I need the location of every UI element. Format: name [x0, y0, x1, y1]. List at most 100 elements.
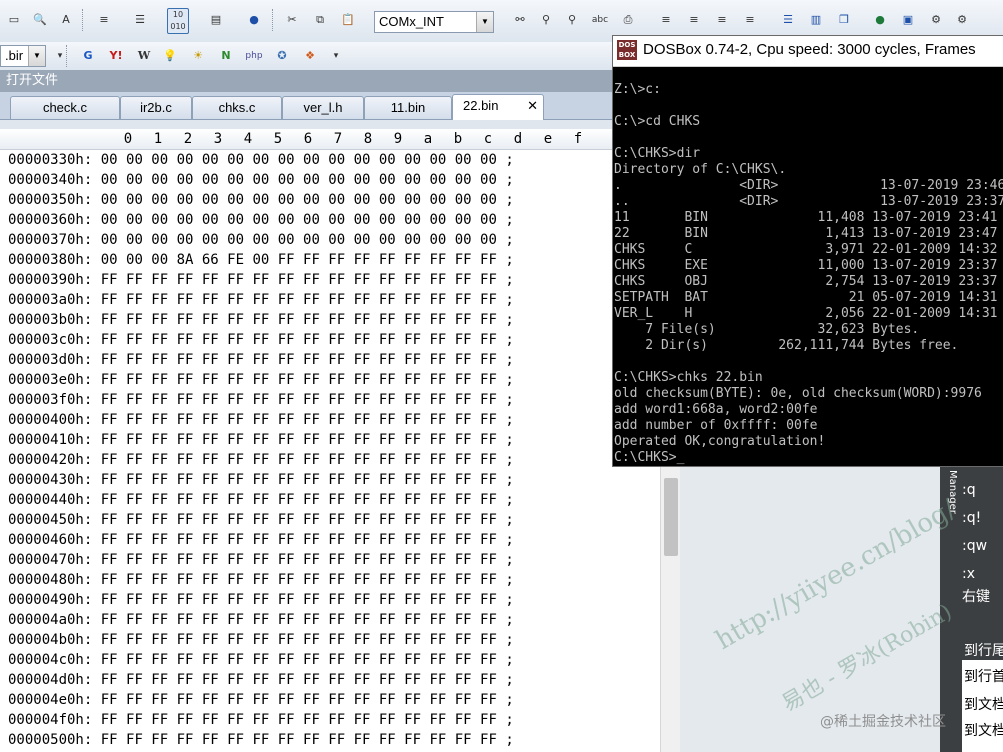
hex-row[interactable]: 00000490h: FF FF FF FF FF FF FF FF FF FF…	[8, 590, 514, 610]
hex-bytes[interactable]: 00 00 00 00 00 00 00 00 00 00 00 00 00 0…	[101, 172, 497, 188]
tab-11-bin[interactable]: 11.bin	[364, 96, 452, 119]
hex-bytes[interactable]: FF FF FF FF FF FF FF FF FF FF FF FF FF F…	[101, 512, 497, 528]
hex-editor-area[interactable]: 00000330h: 00 00 00 00 00 00 00 00 00 00…	[0, 150, 660, 752]
hex-row[interactable]: 000003c0h: FF FF FF FF FF FF FF FF FF FF…	[8, 330, 514, 350]
hex-bytes[interactable]: FF FF FF FF FF FF FF FF FF FF FF FF FF F…	[101, 732, 497, 748]
copy-doc-icon[interactable]: ▤	[206, 10, 226, 30]
tab-ver-l-h[interactable]: ver_l.h	[282, 96, 364, 119]
hex-row[interactable]: 00000410h: FF FF FF FF FF FF FF FF FF FF…	[8, 430, 514, 450]
hex-row[interactable]: 00000470h: FF FF FF FF FF FF FF FF FF FF…	[8, 550, 514, 570]
hex-row[interactable]: 00000350h: 00 00 00 00 00 00 00 00 00 00…	[8, 190, 514, 210]
windows-icon[interactable]: ❖	[300, 46, 320, 66]
hex-bytes[interactable]: FF FF FF FF FF FF FF FF FF FF FF FF FF F…	[101, 632, 497, 648]
wikipedia-icon[interactable]: W	[134, 46, 154, 66]
hex-bytes[interactable]: 00 00 00 00 00 00 00 00 00 00 00 00 00 0…	[101, 152, 497, 168]
print-icon[interactable]: ⎙	[618, 10, 638, 30]
hex-row[interactable]: 00000420h: FF FF FF FF FF FF FF FF FF FF…	[8, 450, 514, 470]
find-prev-icon[interactable]: ⚲	[562, 10, 582, 30]
hex-row[interactable]: 000004c0h: FF FF FF FF FF FF FF FF FF FF…	[8, 650, 514, 670]
align-left-icon[interactable]: ≡	[656, 10, 676, 30]
new-file-icon[interactable]: ▭	[4, 10, 24, 30]
hex-row[interactable]: 00000370h: 00 00 00 00 00 00 00 00 00 00…	[8, 230, 514, 250]
tab-22-bin[interactable]: 22.bin ✕	[452, 94, 544, 120]
dosbox-title-bar[interactable]: DOS BOX DOSBox 0.74-2, Cpu speed: 3000 c…	[613, 36, 1003, 67]
justify-icon[interactable]: ≡	[740, 10, 760, 30]
hex-row[interactable]: 000003d0h: FF FF FF FF FF FF FF FF FF FF…	[8, 350, 514, 370]
align-center-icon[interactable]: ≡	[684, 10, 704, 30]
copy-icon[interactable]: ⧉	[310, 10, 330, 30]
hex-row[interactable]: 000004f0h: FF FF FF FF FF FF FF FF FF FF…	[8, 710, 514, 730]
hex-row[interactable]: 000003b0h: FF FF FF FF FF FF FF FF FF FF…	[8, 310, 514, 330]
tab-check-c[interactable]: check.c	[10, 96, 120, 119]
hex-bytes[interactable]: FF FF FF FF FF FF FF FF FF FF FF FF FF F…	[101, 432, 497, 448]
tools-icon[interactable]: ⚙	[926, 10, 946, 30]
hex-row[interactable]: 00000460h: FF FF FF FF FF FF FF FF FF FF…	[8, 530, 514, 550]
globe-icon[interactable]: ●	[870, 10, 890, 30]
more-arrow-icon[interactable]: ▾	[326, 46, 346, 66]
hex-bytes[interactable]: FF FF FF FF FF FF FF FF FF FF FF FF FF F…	[101, 292, 497, 308]
document-icon[interactable]: ≡	[94, 10, 114, 30]
hex-row[interactable]: 000004e0h: FF FF FF FF FF FF FF FF FF FF…	[8, 690, 514, 710]
hex-bytes[interactable]: FF FF FF FF FF FF FF FF FF FF FF FF FF F…	[101, 612, 497, 628]
hex-bytes[interactable]: FF FF FF FF FF FF FF FF FF FF FF FF FF F…	[101, 472, 497, 488]
hex-bytes[interactable]: FF FF FF FF FF FF FF FF FF FF FF FF FF F…	[101, 552, 497, 568]
split-horizontal-icon[interactable]: ☰	[778, 10, 798, 30]
dosbox-window[interactable]: DOS BOX DOSBox 0.74-2, Cpu speed: 3000 c…	[612, 35, 1003, 467]
hex-bytes[interactable]: FF FF FF FF FF FF FF FF FF FF FF FF FF F…	[101, 372, 497, 388]
hex-bytes[interactable]: 00 00 00 00 00 00 00 00 00 00 00 00 00 0…	[101, 192, 497, 208]
align-right-icon[interactable]: ≡	[712, 10, 732, 30]
open-file-icon[interactable]: A	[56, 10, 76, 30]
hex-row[interactable]: 000004d0h: FF FF FF FF FF FF FF FF FF FF…	[8, 670, 514, 690]
hex-bytes[interactable]: 00 00 00 00 00 00 00 00 00 00 00 00 00 0…	[101, 212, 497, 228]
chevron-down-icon[interactable]: ▼	[28, 46, 45, 66]
spell-check-icon[interactable]: abc	[590, 10, 610, 30]
bulb-icon[interactable]: 💡	[160, 46, 180, 66]
hex-row[interactable]: 00000500h: FF FF FF FF FF FF FF FF FF FF…	[8, 730, 514, 750]
cut-icon[interactable]: ✂	[282, 10, 302, 30]
hex-row[interactable]: 00000380h: 00 00 00 8A 66 FE 00 FF FF FF…	[8, 250, 514, 270]
browser-icon[interactable]: ●	[244, 10, 264, 30]
hex-bytes[interactable]: FF FF FF FF FF FF FF FF FF FF FF FF FF F…	[101, 272, 497, 288]
hex-bytes[interactable]: 00 00 00 00 00 00 00 00 00 00 00 00 00 0…	[101, 232, 497, 248]
hex-bytes[interactable]: FF FF FF FF FF FF FF FF FF FF FF FF FF F…	[101, 532, 497, 548]
hex-bytes[interactable]: FF FF FF FF FF FF FF FF FF FF FF FF FF F…	[101, 452, 497, 468]
hex-bytes[interactable]: FF FF FF FF FF FF FF FF FF FF FF FF FF F…	[101, 332, 497, 348]
find-next-icon[interactable]: ⚲	[536, 10, 556, 30]
vertical-scrollbar[interactable]	[660, 460, 681, 752]
split-vertical-icon[interactable]: ▥	[806, 10, 826, 30]
chevron-down-icon[interactable]: ▼	[476, 12, 493, 32]
hex-bytes[interactable]: FF FF FF FF FF FF FF FF FF FF FF FF FF F…	[101, 672, 497, 688]
hex-row[interactable]: 000003e0h: FF FF FF FF FF FF FF FF FF FF…	[8, 370, 514, 390]
hex-bytes[interactable]: FF FF FF FF FF FF FF FF FF FF FF FF FF F…	[101, 392, 497, 408]
find-file-icon[interactable]: 🔍	[30, 10, 50, 30]
plugin-icon[interactable]: ✪	[272, 46, 292, 66]
tab-ir2b-c[interactable]: ir2b.c	[120, 96, 192, 119]
hex-row[interactable]: 00000360h: 00 00 00 00 00 00 00 00 00 00…	[8, 210, 514, 230]
hex-bytes[interactable]: FF FF FF FF FF FF FF FF FF FF FF FF FF F…	[101, 352, 497, 368]
hex-row[interactable]: 00000400h: FF FF FF FF FF FF FF FF FF FF…	[8, 410, 514, 430]
scrollbar-thumb[interactable]	[664, 478, 678, 556]
hex-row[interactable]: 00000440h: FF FF FF FF FF FF FF FF FF FF…	[8, 490, 514, 510]
settings-icon[interactable]: ⚙	[952, 10, 972, 30]
google-icon[interactable]: G	[78, 46, 98, 66]
close-icon[interactable]: ✕	[527, 95, 538, 117]
paste-icon[interactable]: 📋	[338, 10, 358, 30]
file-combo[interactable]: .bir ▼	[0, 45, 46, 67]
hex-bytes[interactable]: FF FF FF FF FF FF FF FF FF FF FF FF FF F…	[101, 492, 497, 508]
hex-mode-icon[interactable]: 10 010	[167, 8, 189, 34]
hex-row[interactable]: 000003a0h: FF FF FF FF FF FF FF FF FF FF…	[8, 290, 514, 310]
hex-bytes[interactable]: FF FF FF FF FF FF FF FF FF FF FF FF FF F…	[101, 312, 497, 328]
window-icon[interactable]: ▣	[898, 10, 918, 30]
dos-terminal[interactable]: Z:\>c: C:\>cd CHKS C:\CHKS>dir Directory of…	[613, 82, 1003, 466]
hex-bytes[interactable]: FF FF FF FF FF FF FF FF FF FF FF FF FF F…	[101, 412, 497, 428]
hex-row[interactable]: 000004b0h: FF FF FF FF FF FF FF FF FF FF…	[8, 630, 514, 650]
hex-row[interactable]: 00000340h: 00 00 00 00 00 00 00 00 00 00…	[8, 170, 514, 190]
cascade-icon[interactable]: ❐	[834, 10, 854, 30]
hex-bytes[interactable]: FF FF FF FF FF FF FF FF FF FF FF FF FF F…	[101, 572, 497, 588]
tab-chks-c[interactable]: chks.c	[192, 96, 282, 119]
notes-icon[interactable]: N	[216, 46, 236, 66]
hex-row[interactable]: 00000390h: FF FF FF FF FF FF FF FF FF FF…	[8, 270, 514, 290]
sun-icon[interactable]: ☀	[188, 46, 208, 66]
hex-bytes[interactable]: FF FF FF FF FF FF FF FF FF FF FF FF FF F…	[101, 692, 497, 708]
hex-bytes[interactable]: 00 00 00 8A 66 FE 00 FF FF FF FF FF FF F…	[101, 252, 497, 268]
